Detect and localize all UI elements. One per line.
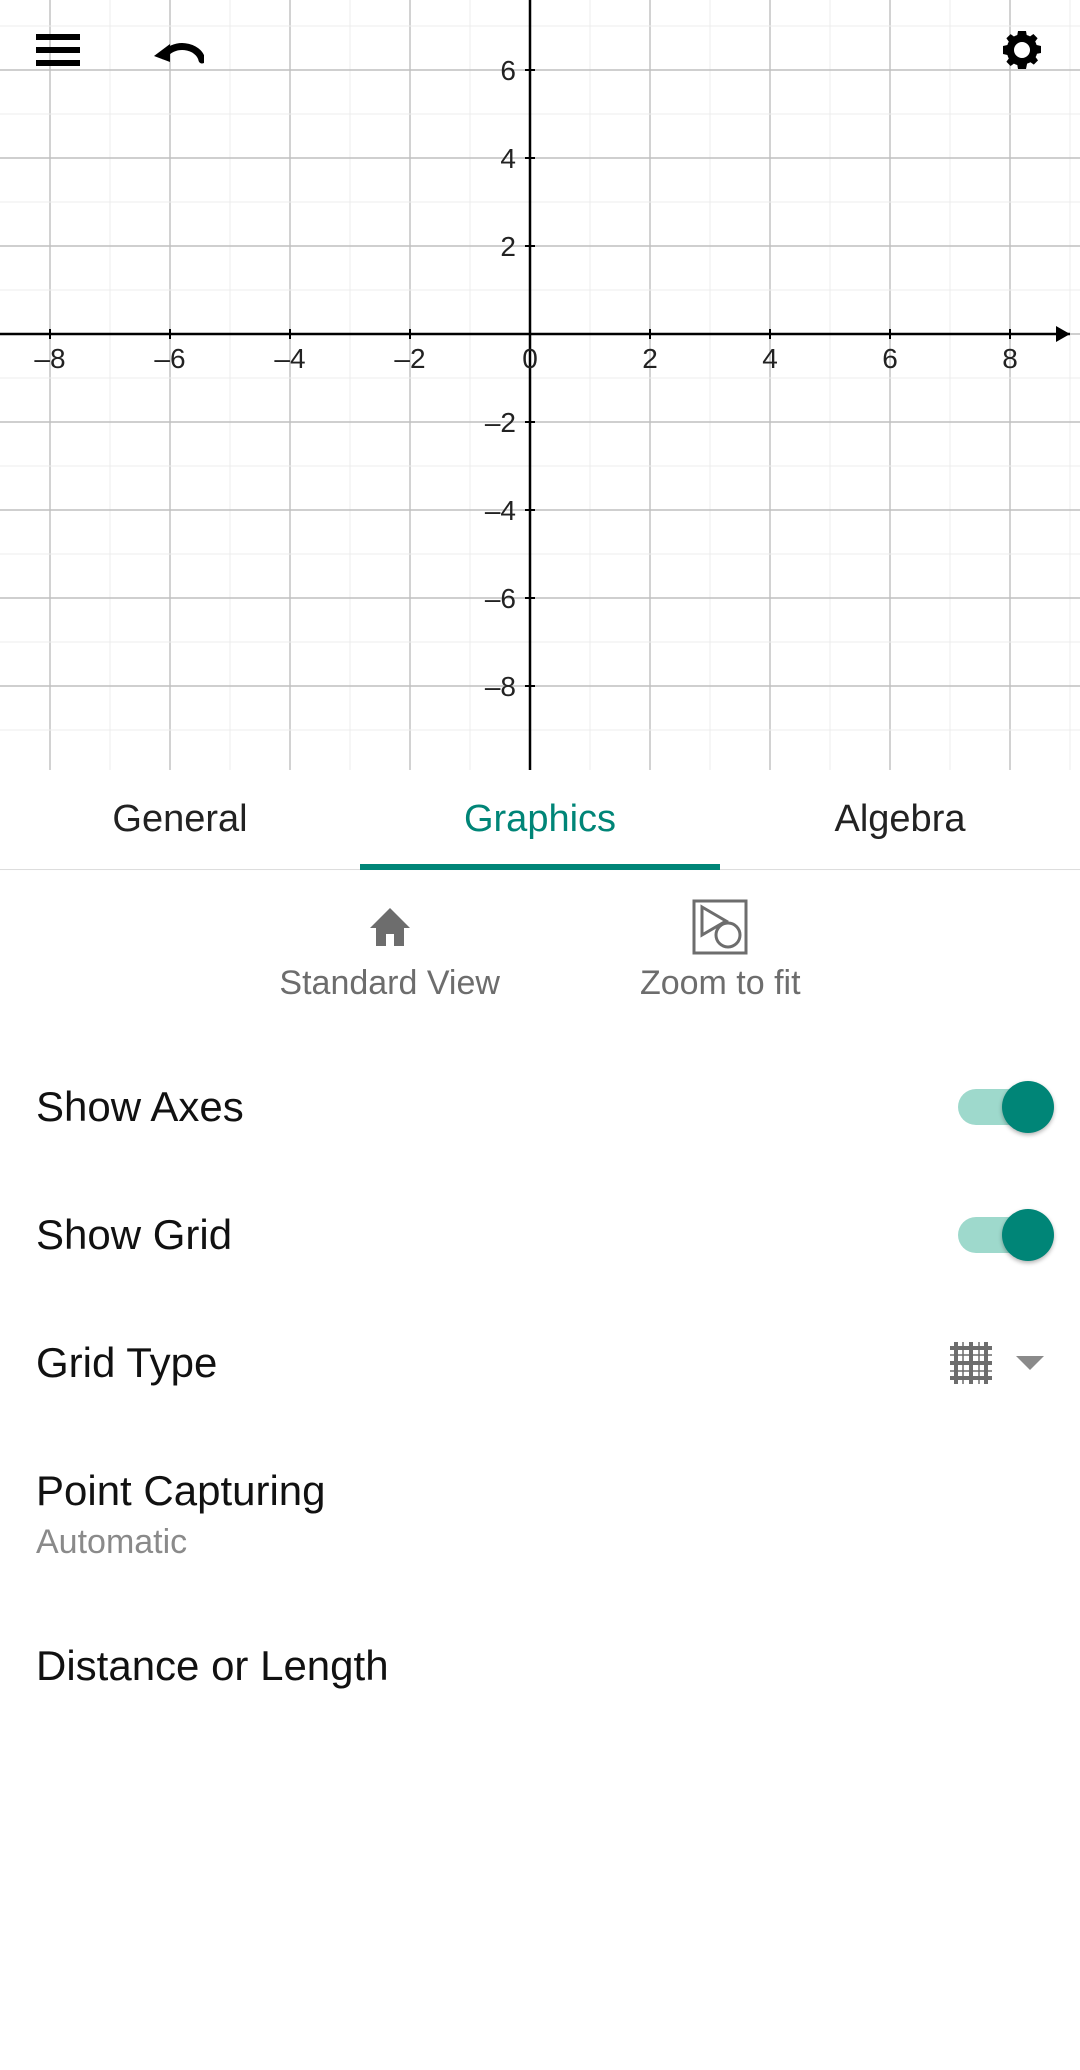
zoom-to-fit-icon [692, 899, 748, 955]
tab-general[interactable]: General [0, 770, 360, 869]
zoom-to-fit-button[interactable]: Zoom to fit [640, 900, 801, 1003]
graphics-settings-list: Show Axes Show Grid Grid Type [0, 1043, 1080, 1730]
show-grid-row[interactable]: Show Grid [36, 1171, 1044, 1299]
svg-text:–6: –6 [485, 583, 516, 614]
svg-text:–8: –8 [485, 671, 516, 702]
svg-text:–6: –6 [154, 343, 185, 374]
distance-or-length-row[interactable]: Distance or Length [36, 1602, 1044, 1730]
grid-icon [950, 1342, 992, 1384]
menu-icon [36, 30, 80, 70]
distance-or-length-label: Distance or Length [36, 1642, 1044, 1690]
svg-text:4: 4 [762, 343, 778, 374]
show-grid-label: Show Grid [36, 1211, 958, 1259]
graphics-actions: Standard View Zoom to fit [0, 870, 1080, 1043]
grid-type-label: Grid Type [36, 1339, 950, 1387]
svg-text:6: 6 [882, 343, 898, 374]
svg-text:–4: –4 [485, 495, 516, 526]
svg-text:–2: –2 [394, 343, 425, 374]
svg-text:–4: –4 [274, 343, 305, 374]
home-icon [366, 904, 414, 950]
undo-icon [152, 32, 204, 68]
svg-text:4: 4 [500, 143, 516, 174]
point-capturing-value: Automatic [36, 1523, 1044, 1562]
tab-graphics[interactable]: Graphics [360, 770, 720, 869]
point-capturing-label: Point Capturing [36, 1467, 1044, 1515]
settings-button[interactable] [992, 20, 1052, 80]
svg-text:–2: –2 [485, 407, 516, 438]
standard-view-button[interactable]: Standard View [279, 900, 500, 1003]
tab-algebra[interactable]: Algebra [720, 770, 1080, 869]
svg-text:2: 2 [500, 231, 516, 262]
show-axes-toggle[interactable] [958, 1089, 1044, 1125]
show-axes-label: Show Axes [36, 1083, 958, 1131]
settings-tabbar: General Graphics Algebra [0, 770, 1080, 870]
svg-text:0: 0 [522, 343, 538, 374]
zoom-to-fit-label: Zoom to fit [640, 964, 801, 1003]
undo-button[interactable] [148, 20, 208, 80]
svg-text:2: 2 [642, 343, 658, 374]
gear-icon [998, 26, 1046, 74]
svg-text:8: 8 [1002, 343, 1018, 374]
show-grid-toggle[interactable] [958, 1217, 1044, 1253]
graph-canvas[interactable]: –8–6–4–202468 –8–6–4–2246 [0, 0, 1080, 770]
graph-toolbar [0, 0, 1080, 100]
show-axes-row[interactable]: Show Axes [36, 1043, 1044, 1171]
grid-type-select[interactable] [950, 1342, 1044, 1384]
chevron-down-icon [1016, 1356, 1044, 1370]
svg-text:–8: –8 [34, 343, 65, 374]
coordinate-grid: –8–6–4–202468 –8–6–4–2246 [0, 0, 1080, 770]
menu-button[interactable] [28, 20, 88, 80]
grid-type-row[interactable]: Grid Type [36, 1299, 1044, 1427]
standard-view-label: Standard View [279, 964, 500, 1003]
point-capturing-row[interactable]: Point Capturing Automatic [36, 1427, 1044, 1602]
